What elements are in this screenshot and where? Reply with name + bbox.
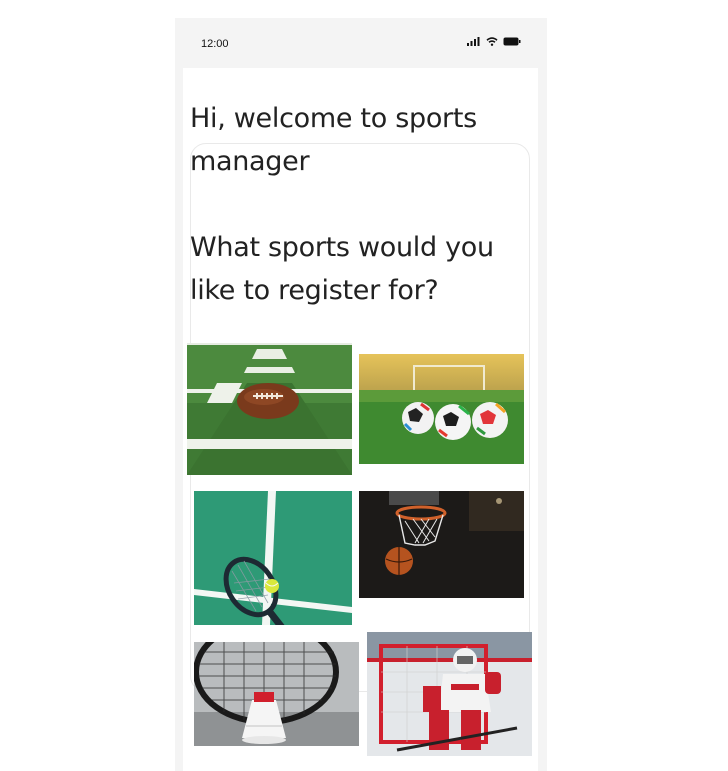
tennis-icon xyxy=(194,491,352,625)
battery-icon xyxy=(503,37,521,46)
ice-hockey-icon xyxy=(367,632,532,756)
wifi-icon xyxy=(486,37,498,46)
sport-basketball[interactable] xyxy=(359,491,524,598)
american-football-icon xyxy=(187,343,352,475)
basketball-icon xyxy=(359,491,524,598)
sport-american-football[interactable] xyxy=(187,343,352,475)
welcome-text: Hi, welcome to sports manager What sport… xyxy=(190,103,494,306)
status-bar: 12:00 xyxy=(175,18,547,68)
sport-ice-hockey[interactable] xyxy=(367,632,532,756)
sport-tennis[interactable] xyxy=(194,491,352,625)
status-time: 12:00 xyxy=(201,38,229,50)
badminton-icon xyxy=(194,642,359,746)
sport-soccer[interactable] xyxy=(359,354,524,464)
soccer-icon xyxy=(359,354,524,464)
sport-badminton[interactable] xyxy=(194,642,359,746)
signal-icon xyxy=(467,37,480,46)
status-icons xyxy=(467,37,521,46)
